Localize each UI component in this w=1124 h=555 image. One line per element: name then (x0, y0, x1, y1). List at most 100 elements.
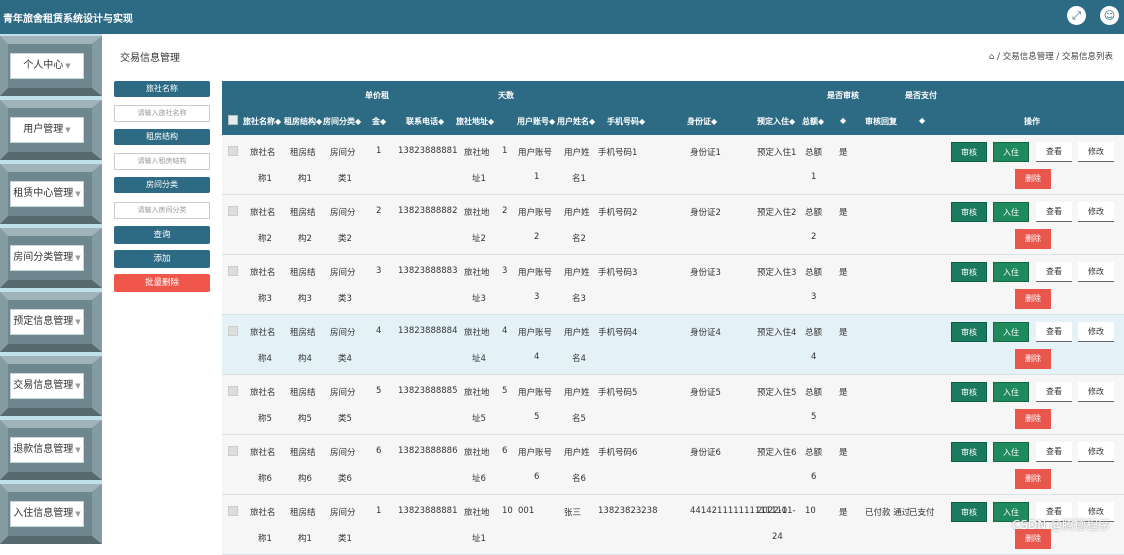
top-bar: 青年旅舍租赁系统设计与实现 ⤢ ☺ (0, 0, 1124, 34)
row-checkbox[interactable] (228, 506, 238, 516)
header-structure[interactable]: 租房结构◆ (284, 116, 322, 127)
cell-struct-line2: 构3 (298, 292, 312, 304)
cell-total: 10 (805, 506, 816, 516)
delete-button[interactable]: 删除 (1015, 349, 1051, 369)
view-button[interactable]: 查看 (1036, 442, 1072, 462)
sidebar-item-transaction[interactable]: 交易信息管理▼ (0, 356, 102, 416)
select-all-checkbox[interactable] (228, 115, 238, 125)
checkin-button[interactable]: 入住 (993, 142, 1029, 162)
cell-phone: 13823888883 (398, 266, 458, 276)
header-idcard[interactable]: 身份证◆ (687, 116, 717, 127)
header-room-type[interactable]: 房间分类◆ (323, 116, 361, 127)
checkin-button[interactable]: 入住 (993, 322, 1029, 342)
delete-button[interactable]: 删除 (1015, 469, 1051, 489)
transaction-table: 单价租 天数 是否审核 是否支付 旅社名称◆ 租房结构◆ 房间分类◆ 金◆ 联系… (222, 81, 1124, 541)
breadcrumb: ⌂ / 交易信息管理 / 交易信息列表 (989, 50, 1113, 62)
cell-total: 总额 (805, 146, 822, 158)
view-button[interactable]: 查看 (1036, 262, 1072, 282)
view-button[interactable]: 查看 (1036, 142, 1072, 162)
header-sort[interactable]: ◆ (840, 116, 846, 125)
sidebar-item-label: 房间分类管理 (13, 252, 73, 263)
chevron-down-icon: ▼ (75, 318, 80, 326)
view-button[interactable]: 查看 (1036, 382, 1072, 402)
row-checkbox[interactable] (228, 446, 238, 456)
row-checkbox[interactable] (228, 266, 238, 276)
view-button[interactable]: 查看 (1036, 322, 1072, 342)
row-checkbox[interactable] (228, 326, 238, 336)
edit-button[interactable]: 修改 (1078, 442, 1114, 462)
row-checkbox[interactable] (228, 146, 238, 156)
cell-acct: 用户账号 (518, 386, 552, 398)
delete-button[interactable]: 删除 (1015, 229, 1051, 249)
cell-audit: 是 (839, 206, 848, 218)
home-icon[interactable]: ⌂ (989, 52, 994, 62)
cell-days: 3 (502, 266, 507, 276)
header-mobile[interactable]: 手机号码◆ (607, 116, 645, 127)
audit-button[interactable]: 审核 (951, 382, 987, 402)
cell-acct: 用户账号 (518, 266, 552, 278)
header-total[interactable]: 总额◆ (802, 116, 824, 127)
cell-audit: 是 (839, 446, 848, 458)
batch-delete-button[interactable]: 批量删除 (114, 274, 210, 292)
header-phone[interactable]: 联系电话◆ (406, 116, 444, 127)
audit-button[interactable]: 审核 (951, 322, 987, 342)
edit-button[interactable]: 修改 (1078, 322, 1114, 342)
cell-type: 房间分 (330, 506, 356, 518)
cell-name: 用户姓 (564, 266, 590, 278)
edit-button[interactable]: 修改 (1078, 382, 1114, 402)
audit-button[interactable]: 审核 (951, 442, 987, 462)
audit-button[interactable]: 审核 (951, 502, 987, 522)
breadcrumb-level1[interactable]: 交易信息管理 (1003, 52, 1054, 62)
sidebar-item-user-management[interactable]: 用户管理▼ (0, 100, 102, 160)
hotel-name-input[interactable]: 请输入旅社名称 (114, 105, 210, 122)
header-account[interactable]: 用户账号◆ (517, 116, 555, 127)
sidebar-item-label: 预定信息管理 (13, 316, 73, 327)
sidebar-item-checkin[interactable]: 入住信息管理▼ (0, 484, 102, 544)
header-username[interactable]: 用户姓名◆ (557, 116, 595, 127)
delete-button[interactable]: 删除 (1015, 169, 1051, 189)
delete-button[interactable]: 删除 (1015, 409, 1051, 429)
header-address[interactable]: 旅社地址◆ (456, 116, 494, 127)
edit-button[interactable]: 修改 (1078, 202, 1114, 222)
cell-type-line2: 类3 (338, 292, 352, 304)
audit-button[interactable]: 审核 (951, 202, 987, 222)
cell-audit: 是 (839, 386, 848, 398)
user-icon[interactable]: ☺ (1100, 6, 1119, 25)
row-checkbox[interactable] (228, 206, 238, 216)
fullscreen-icon[interactable]: ⤢ (1067, 6, 1086, 25)
header-sort2[interactable]: ◆ (919, 116, 925, 125)
cell-acct: 001 (518, 506, 534, 516)
header-paid-top: 是否支付 (905, 90, 937, 101)
checkin-button[interactable]: 入住 (993, 262, 1029, 282)
audit-button[interactable]: 审核 (951, 142, 987, 162)
cell-total-line2: 2 (811, 232, 816, 242)
table-row: 旅社名称1租房结构1房间分类1113823888881旅社地址11用户账号1用户… (222, 135, 1124, 195)
cell-struct: 租房结 (290, 446, 316, 458)
structure-input[interactable]: 请输入租房结构 (114, 153, 210, 170)
edit-button[interactable]: 修改 (1078, 142, 1114, 162)
checkin-button[interactable]: 入住 (993, 442, 1029, 462)
edit-button[interactable]: 修改 (1078, 262, 1114, 282)
checkin-button[interactable]: 入住 (993, 202, 1029, 222)
sidebar-item-rental-center[interactable]: 租赁中心管理▼ (0, 164, 102, 224)
sidebar-item-personal-center[interactable]: 个人中心▼ (0, 36, 102, 96)
view-button[interactable]: 查看 (1036, 202, 1072, 222)
cell-phone: 13823888881 (398, 506, 458, 516)
sidebar-item-reservation[interactable]: 预定信息管理▼ (0, 292, 102, 352)
header-hotel-name[interactable]: 旅社名称◆ (243, 116, 281, 127)
row-checkbox[interactable] (228, 386, 238, 396)
cell-acct: 用户账号 (518, 206, 552, 218)
delete-button[interactable]: 删除 (1015, 289, 1051, 309)
sidebar-item-refund[interactable]: 退款信息管理▼ (0, 420, 102, 480)
add-button[interactable]: 添加 (114, 250, 210, 268)
cell-reserve: 预定入住3 (757, 266, 796, 278)
checkin-button[interactable]: 入住 (993, 382, 1029, 402)
cell-reserve: 2022-01- (757, 506, 796, 516)
header-reserve[interactable]: 预定入住◆ (757, 116, 795, 127)
audit-button[interactable]: 审核 (951, 262, 987, 282)
header-price[interactable]: 金◆ (372, 116, 386, 127)
room-type-input[interactable]: 请输入房间分类 (114, 202, 210, 219)
sidebar-item-room-category[interactable]: 房间分类管理▼ (0, 228, 102, 288)
header-reply: 审核回复 (865, 116, 897, 127)
query-button[interactable]: 查询 (114, 226, 210, 244)
